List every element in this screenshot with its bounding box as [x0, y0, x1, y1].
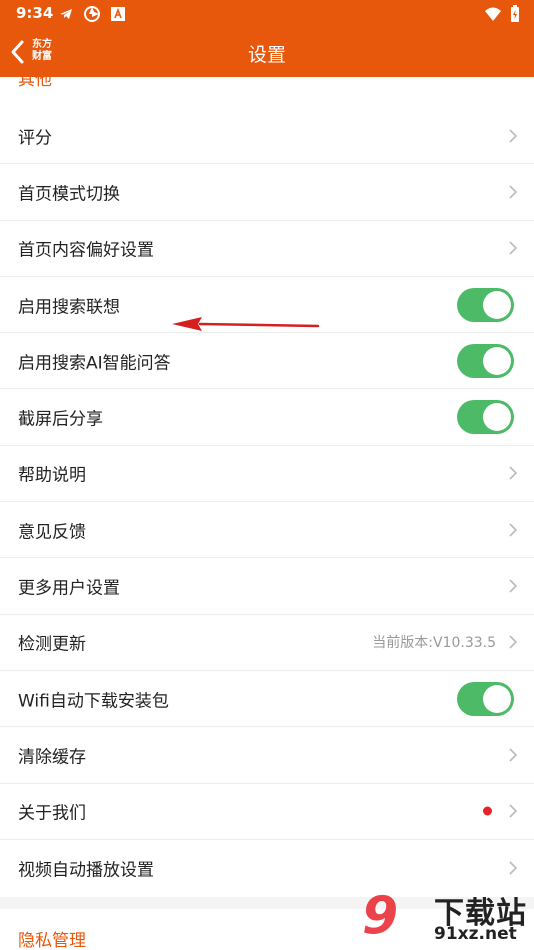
row-home-mode-switch[interactable]: 首页模式切换	[0, 164, 534, 221]
section-title-other: 其他	[18, 77, 52, 90]
row-rating[interactable]: 评分	[0, 108, 534, 165]
app-header: 东方 财富 设置	[0, 28, 534, 77]
watermark-url: 91xz.net	[434, 924, 517, 944]
current-version: 当前版本:V10.33.5	[372, 635, 496, 652]
search-suggest-toggle[interactable]	[457, 287, 514, 322]
chevron-right-icon	[509, 748, 518, 762]
row-feedback[interactable]: 意见反馈	[0, 502, 534, 559]
wifi-auto-download-toggle[interactable]	[457, 681, 514, 716]
chevron-right-icon	[509, 579, 518, 593]
row-more-user-settings[interactable]: 更多用户设置	[0, 558, 534, 615]
aperture-icon	[84, 6, 100, 22]
search-ai-qa-toggle[interactable]	[457, 343, 514, 378]
battery-icon	[511, 5, 519, 22]
telegram-icon	[60, 9, 72, 19]
font-app-icon	[111, 7, 125, 21]
chevron-right-icon	[509, 523, 518, 537]
chevron-right-icon	[509, 466, 518, 480]
chevron-right-icon	[509, 861, 518, 875]
screenshot-share-toggle[interactable]	[457, 400, 514, 435]
chevron-right-icon	[509, 129, 518, 143]
row-home-content-preference[interactable]: 首页内容偏好设置	[0, 221, 534, 277]
annotation-arrow-icon	[172, 317, 320, 331]
page-title: 设置	[247, 44, 286, 66]
row-search-ai-qa[interactable]: 启用搜索AI智能问答	[0, 333, 534, 390]
notification-dot	[483, 806, 492, 816]
chevron-right-icon	[509, 241, 518, 255]
settings-list: 评分 首页模式切换 首页内容偏好设置 启用搜索联想 启用搜索AI智能问答 截屏后…	[0, 108, 534, 896]
row-check-update[interactable]: 检测更新 当前版本:V10.33.5	[0, 615, 534, 671]
status-time: 9:34	[16, 4, 54, 22]
row-about-us[interactable]: 关于我们	[0, 784, 534, 840]
section-title-privacy: 隐私管理	[18, 931, 86, 950]
status-bar: 9:34	[0, 0, 534, 28]
chevron-right-icon	[509, 635, 518, 649]
chevron-right-icon	[509, 804, 518, 818]
row-wifi-auto-download[interactable]: Wifi自动下载安装包	[0, 671, 534, 728]
row-screenshot-share[interactable]: 截屏后分享	[0, 389, 534, 446]
row-clear-cache[interactable]: 清除缓存	[0, 727, 534, 784]
watermark-logo: 9	[362, 886, 399, 946]
row-help[interactable]: 帮助说明	[0, 446, 534, 503]
wifi-icon	[485, 7, 501, 21]
settings-content[interactable]: 其他 评分 首页模式切换 首页内容偏好设置 启用搜索联想 启用搜索AI智能问答 …	[0, 77, 534, 950]
site-watermark: 9 下载站 91xz.net	[362, 886, 534, 950]
chevron-right-icon	[509, 185, 518, 199]
